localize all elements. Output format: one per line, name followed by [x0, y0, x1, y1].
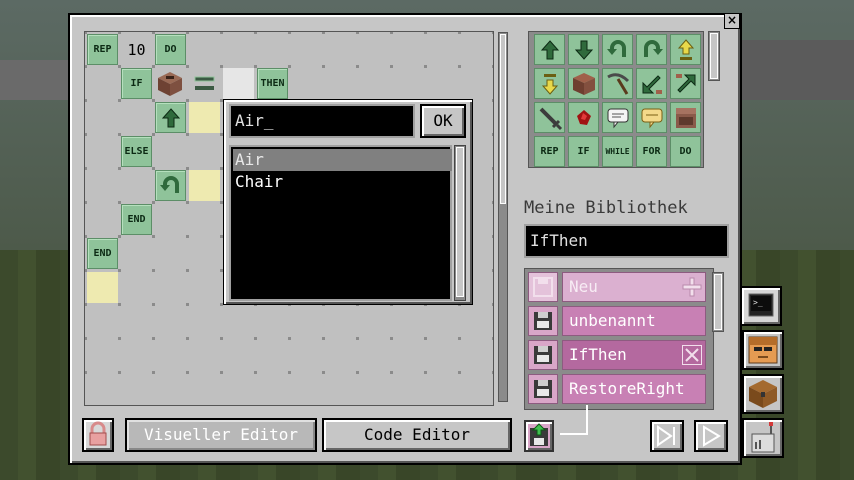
- block-do[interactable]: DO: [155, 34, 186, 65]
- tab-robot[interactable]: [742, 330, 784, 370]
- program-grid-scrollbar[interactable]: [498, 32, 508, 402]
- block-suggestion-list[interactable]: Air Chair: [229, 145, 452, 301]
- palette-for[interactable]: FOR: [636, 136, 667, 167]
- empty-slot[interactable]: [189, 102, 220, 133]
- empty-condition-slot[interactable]: [223, 68, 254, 99]
- program-name-field[interactable]: IfThen: [524, 224, 729, 258]
- lock-button[interactable]: [82, 418, 114, 452]
- connector-line: [560, 405, 588, 435]
- ok-button[interactable]: OK: [420, 104, 466, 138]
- terminal-icon: >_: [748, 293, 774, 317]
- note-block-icon[interactable]: [670, 102, 701, 133]
- library-item-label: RestoreRight: [562, 374, 706, 404]
- sword-icon[interactable]: [534, 102, 565, 133]
- note-block-icon[interactable]: [155, 68, 186, 99]
- game-background-block: [0, 60, 68, 100]
- step-icon: [657, 425, 675, 447]
- tab-network[interactable]: [742, 418, 784, 458]
- suggestion-scrollbar[interactable]: [454, 145, 466, 301]
- library-heading: Meine Bibliothek: [524, 198, 688, 218]
- palette-repeat[interactable]: REP: [534, 136, 565, 167]
- list-item[interactable]: Chair: [233, 171, 452, 193]
- notify-icon[interactable]: [636, 102, 667, 133]
- block-if[interactable]: IF: [121, 68, 152, 99]
- plus-icon[interactable]: [682, 277, 702, 297]
- block-repeat-count[interactable]: 10: [121, 34, 152, 65]
- palette-scrollbar[interactable]: [708, 31, 720, 81]
- antenna-device-icon: [751, 422, 775, 453]
- pickaxe-icon[interactable]: [602, 68, 633, 99]
- import-button[interactable]: [524, 420, 554, 452]
- palette-if[interactable]: IF: [568, 136, 599, 167]
- palette-do[interactable]: DO: [670, 136, 701, 167]
- redstone-icon[interactable]: [568, 102, 599, 133]
- lock-icon: [89, 421, 107, 446]
- move-up-icon[interactable]: [534, 34, 565, 65]
- block-end-inner[interactable]: END: [121, 204, 152, 235]
- visual-editor-tab[interactable]: Visueller Editor: [125, 418, 317, 452]
- save-import-icon: [530, 423, 548, 446]
- step-button[interactable]: [650, 420, 684, 452]
- game-background-block: [742, 40, 854, 100]
- drop-down-icon[interactable]: [534, 68, 565, 99]
- block-then[interactable]: THEN: [257, 68, 288, 99]
- equals-icon[interactable]: [189, 68, 220, 99]
- empty-slot[interactable]: [189, 170, 220, 201]
- place-down-left-icon[interactable]: [636, 68, 667, 99]
- run-button[interactable]: [694, 420, 728, 452]
- save-icon[interactable]: [528, 272, 558, 302]
- block-name-input[interactable]: Air_: [229, 104, 415, 138]
- delete-icon[interactable]: [682, 345, 702, 365]
- jump-up-icon[interactable]: [670, 34, 701, 65]
- empty-slot[interactable]: [87, 272, 118, 303]
- scrollbar-thumb[interactable]: [710, 33, 718, 79]
- move-up-icon[interactable]: [155, 102, 186, 133]
- chest-icon: [749, 380, 777, 408]
- svg-text:>_: >_: [753, 298, 763, 307]
- command-palette: REP IF WHILE FOR DO: [528, 31, 704, 168]
- turn-left-icon[interactable]: [602, 34, 633, 65]
- palette-while[interactable]: WHILE: [602, 136, 633, 167]
- list-item[interactable]: Air: [233, 149, 452, 171]
- tab-inventory[interactable]: [742, 374, 784, 414]
- scrollbar-thumb[interactable]: [500, 34, 506, 204]
- block-else[interactable]: ELSE: [121, 136, 152, 167]
- block-end-outer[interactable]: END: [87, 238, 118, 269]
- turn-left-icon[interactable]: [155, 170, 186, 201]
- save-icon[interactable]: [528, 340, 558, 370]
- robot-face-icon: [748, 336, 778, 364]
- save-icon[interactable]: [528, 306, 558, 336]
- close-icon[interactable]: ×: [724, 13, 740, 29]
- move-down-icon[interactable]: [568, 34, 599, 65]
- dirt-block-icon[interactable]: [568, 68, 599, 99]
- turn-right-icon[interactable]: [636, 34, 667, 65]
- scrollbar-thumb[interactable]: [456, 147, 464, 297]
- scrollbar-thumb[interactable]: [714, 274, 722, 330]
- block-repeat[interactable]: REP: [87, 34, 118, 65]
- chat-icon[interactable]: [602, 102, 633, 133]
- save-icon[interactable]: [528, 374, 558, 404]
- code-editor-tab[interactable]: Code Editor: [322, 418, 512, 452]
- place-up-right-icon[interactable]: [670, 68, 701, 99]
- library-scrollbar[interactable]: [712, 272, 724, 332]
- tab-terminal[interactable]: >_: [740, 286, 782, 326]
- library-item-label: unbenannt: [562, 306, 706, 336]
- play-icon: [703, 425, 721, 447]
